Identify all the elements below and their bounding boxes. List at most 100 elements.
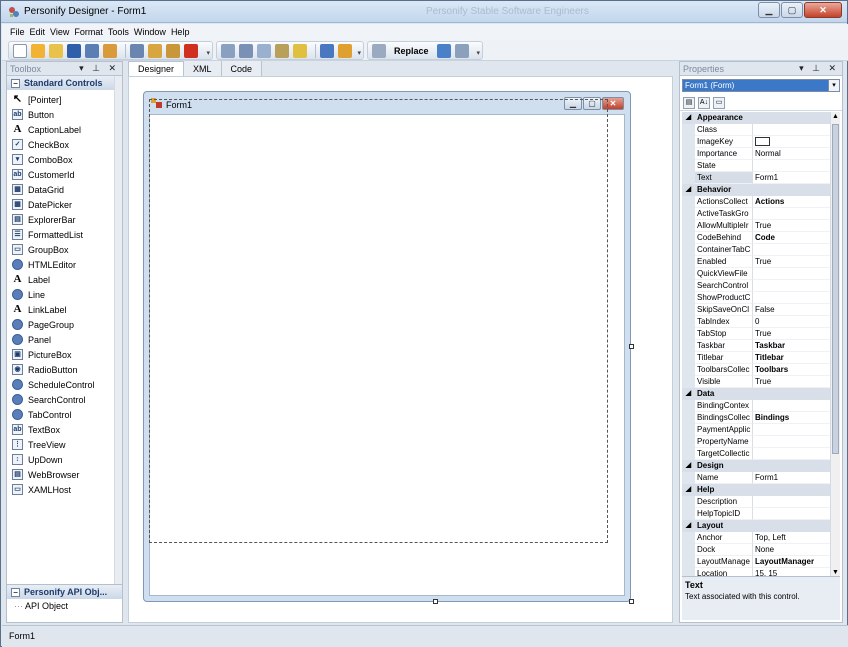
expand-icon[interactable]: ◢ [682, 484, 695, 496]
property-value[interactable]: Taskbar [753, 340, 830, 352]
property-category[interactable]: ◢ Appearance [682, 112, 830, 124]
property-value[interactable]: Toolbars [753, 364, 830, 376]
property-value[interactable] [753, 280, 830, 292]
property-value[interactable] [753, 268, 830, 280]
toolbox-item[interactable]: ↖ [Pointer] [7, 92, 122, 107]
property-value[interactable]: Titlebar [753, 352, 830, 364]
properties-icon[interactable] [103, 43, 117, 58]
property-row[interactable]: Class [682, 124, 830, 136]
toolbox-category-personify-api[interactable]: − Personify API Obj... [7, 585, 122, 599]
property-row[interactable]: ImageKey [682, 136, 830, 148]
categorized-icon[interactable]: ▤ [683, 96, 695, 109]
toolbox-item[interactable]: ▤ ExplorerBar [7, 212, 122, 227]
open-wizard-icon[interactable] [31, 43, 45, 58]
property-value[interactable]: Form1 [753, 172, 830, 184]
property-value[interactable]: False [753, 304, 830, 316]
toolbox-item[interactable]: Panel [7, 332, 122, 347]
toolbox-item[interactable]: ▭ GroupBox [7, 242, 122, 257]
property-value[interactable] [753, 400, 830, 412]
link-icon[interactable] [372, 43, 386, 58]
property-value[interactable]: Code [753, 232, 830, 244]
toolbar-overflow-icon[interactable]: ▾ [206, 49, 210, 57]
property-value[interactable]: 0 [753, 316, 830, 328]
expand-icon[interactable]: ◢ [682, 184, 695, 196]
toolbox-category-standard-controls[interactable]: − Standard Controls [7, 76, 122, 90]
property-value[interactable] [753, 136, 830, 148]
property-row[interactable]: Visible True [682, 376, 830, 388]
toolbox-item[interactable]: ⋮ TreeView [7, 437, 122, 452]
menu-tools[interactable]: Tools [108, 27, 129, 37]
format-icon[interactable] [275, 43, 289, 58]
designer-form[interactable]: Form1 ▁ ▢ ✕ [143, 91, 631, 602]
expand-icon[interactable]: ◢ [682, 388, 695, 400]
toolbox-scrollbar[interactable] [114, 76, 122, 586]
property-value[interactable] [753, 508, 830, 520]
expand-icon[interactable]: ◢ [682, 520, 695, 532]
property-value[interactable] [753, 292, 830, 304]
form-maximize-button[interactable]: ▢ [583, 97, 601, 110]
toolbox-item[interactable]: ✓ CheckBox [7, 137, 122, 152]
property-row[interactable]: Description [682, 496, 830, 508]
scroll-up-icon[interactable]: ▲ [831, 112, 840, 122]
delete-icon[interactable] [184, 43, 198, 58]
refresh-icon[interactable] [436, 43, 451, 58]
property-value[interactable] [753, 124, 830, 136]
toolbox-item[interactable]: ◉ RadioButton [7, 362, 122, 377]
property-category[interactable]: ◢ Data [682, 388, 830, 400]
toolbox-item[interactable]: ▦ DatePicker [7, 197, 122, 212]
open-folder-icon[interactable] [49, 43, 63, 58]
property-value[interactable] [753, 244, 830, 256]
property-row[interactable]: Titlebar Titlebar [682, 352, 830, 364]
chevron-down-icon[interactable]: ▾ [828, 80, 839, 91]
property-row[interactable]: Text Form1 [682, 172, 830, 184]
object-selector[interactable]: Form1 (Form) ▾ [682, 79, 840, 92]
document-icon[interactable] [454, 43, 469, 58]
property-pages-icon[interactable]: ▭ [713, 96, 725, 109]
tab-designer[interactable]: Designer [128, 61, 185, 76]
property-value[interactable]: True [753, 256, 830, 268]
toolbox-item-api-object[interactable]: ··· API Object [7, 601, 122, 611]
toolbox-item[interactable]: ab TextBox [7, 422, 122, 437]
replace-button[interactable]: Replace [394, 46, 429, 56]
menu-view[interactable]: View [50, 27, 69, 37]
property-row[interactable]: AllowMultipleIr True [682, 220, 830, 232]
resize-handle-bottom[interactable] [433, 599, 438, 604]
menu-file[interactable]: File [10, 27, 25, 37]
property-value[interactable] [753, 496, 830, 508]
property-row[interactable]: HelpTopicID [682, 508, 830, 520]
menu-format[interactable]: Format [74, 27, 103, 37]
property-value[interactable] [753, 208, 830, 220]
property-value[interactable]: Form1 [753, 472, 830, 484]
paste-icon[interactable] [166, 43, 180, 58]
copy-icon[interactable] [148, 43, 162, 58]
toolbox-item[interactable]: A CaptionLabel [7, 122, 122, 137]
tab-code[interactable]: Code [221, 61, 263, 76]
property-row[interactable]: ToolbarsCollec Toolbars [682, 364, 830, 376]
property-value[interactable]: None [753, 544, 830, 556]
resize-handle-corner[interactable] [629, 599, 634, 604]
toolbox-item[interactable]: ↕ UpDown [7, 452, 122, 467]
property-row[interactable]: SkipSaveOnCl False [682, 304, 830, 316]
property-row[interactable]: ShowProductC [682, 292, 830, 304]
tab-order-icon[interactable] [239, 43, 253, 58]
toolbox-item[interactable]: ScheduleControl [7, 377, 122, 392]
pane-controls[interactable]: ▾ ⊥ ✕ [79, 63, 119, 74]
property-value[interactable]: LayoutManager [753, 556, 830, 568]
toolbar-overflow-icon[interactable]: ▾ [357, 49, 361, 57]
toolbox-item[interactable]: A Label [7, 272, 122, 287]
toolbox-item[interactable]: ▭ XAMLHost [7, 482, 122, 497]
property-row[interactable]: Importance Normal [682, 148, 830, 160]
cut-icon[interactable] [130, 43, 144, 58]
menu-edit[interactable]: Edit [30, 27, 46, 37]
property-row[interactable]: Enabled True [682, 256, 830, 268]
new-icon[interactable] [13, 43, 27, 58]
toolbox-item[interactable]: ▤ WebBrowser [7, 467, 122, 482]
property-row[interactable]: ContainerTabC [682, 244, 830, 256]
property-value[interactable]: Top, Left [753, 532, 830, 544]
image-key-swatch[interactable] [755, 137, 770, 146]
form-client-area[interactable] [149, 114, 625, 596]
close-button[interactable]: ✕ [804, 2, 842, 18]
property-row[interactable]: TargetCollectic [682, 448, 830, 460]
pane-controls[interactable]: ▾ ⊥ ✕ [799, 63, 839, 74]
collapse-icon[interactable]: − [11, 78, 20, 88]
